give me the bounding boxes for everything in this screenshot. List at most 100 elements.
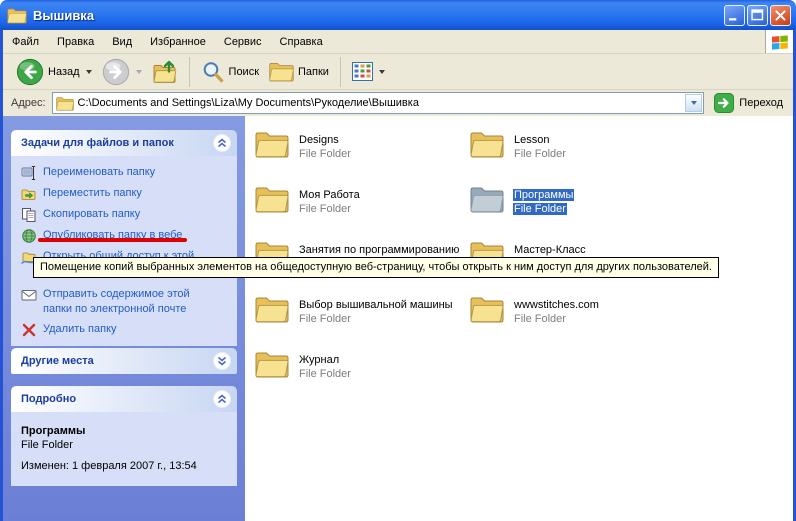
back-button[interactable]: Назад [11,56,97,88]
close-button[interactable] [770,5,791,26]
file-name: Designs [298,134,340,146]
views-button[interactable] [347,60,390,83]
annotation-red-underline [38,238,187,242]
maximize-icon [748,5,767,26]
file-name: Мастер-Класс [513,244,587,256]
content: Задачи для файлов и папок Переименовать … [3,116,793,521]
file-list: Designs File Folder Lesson File Folder [245,116,793,521]
rename-icon [21,165,37,181]
views-icon [352,62,373,81]
toolbar: Назад Поиск [3,54,793,90]
collapse-button[interactable] [213,390,231,408]
file-tile[interactable]: Designs File Folder [255,130,470,185]
up-button[interactable] [147,57,183,87]
toolbar-separator [189,57,190,87]
task-item[interactable]: Отправить содержимое этой папки по элект… [21,287,231,317]
file-name: Lesson [513,134,550,146]
file-tile[interactable]: Выбор вышивальной машины File Folder [255,295,470,350]
folder-icon [470,185,504,213]
file-tile[interactable]: wwwstitches.com File Folder [470,295,685,350]
back-dropdown-icon[interactable] [86,70,92,74]
file-type: File Folder [298,368,352,380]
task-item[interactable]: Переименовать папку [21,165,231,181]
menu-item[interactable]: Правка [48,30,103,53]
menu-item[interactable]: Файл [3,30,48,53]
file-type: File Folder [298,203,352,215]
folder-icon [255,130,289,158]
email-icon [21,287,37,303]
forward-icon [102,58,130,86]
windows-logo-icon [765,30,793,53]
file-name: Занятия по программированию [298,244,460,256]
window-folder-icon [7,7,27,24]
views-dropdown-icon[interactable] [379,70,385,74]
details-header[interactable]: Подробно [11,386,237,412]
address-label: Адрес: [11,97,46,109]
menu-item[interactable]: Вид [103,30,141,53]
file-name: wwwstitches.com [513,299,600,311]
chevron-up-icon [216,393,228,405]
details-body: Программы File Folder Изменен: 1 февраля… [11,412,237,486]
folder-icon [470,130,504,158]
sidebar: Задачи для файлов и папок Переименовать … [3,116,245,521]
file-type: File Folder [513,313,567,325]
forward-dropdown-icon[interactable] [136,70,142,74]
search-icon [201,60,225,84]
window-title: Вышивка [33,8,724,23]
folder-icon [255,185,289,213]
toolbar-separator [340,57,341,87]
file-type: File Folder [513,203,567,215]
file-type: File Folder [298,148,352,160]
file-name: Моя Работа [298,189,361,201]
address-folder-icon [56,96,74,111]
address-input[interactable]: C:\Documents and Settings\Liza\My Docume… [52,92,705,114]
file-type: File Folder [513,148,567,160]
other-places-panel: Другие места [11,348,237,374]
maximize-button[interactable] [747,5,768,26]
explorer-window: Вышивка Файл Правка Вид [0,0,796,521]
file-name: Программы [513,189,574,201]
close-icon [771,5,790,26]
file-tile[interactable]: Программы File Folder [470,185,685,240]
file-type: File Folder [298,313,352,325]
file-tile[interactable]: Моя Работа File Folder [255,185,470,240]
other-places-header[interactable]: Другие места [11,348,237,374]
details-panel: Подробно Программы File Folder Изменен: … [11,386,237,486]
go-button[interactable]: Переход [710,93,789,113]
copy-icon [21,207,37,223]
folder-icon [255,350,289,378]
menu-item[interactable]: Сервис [215,30,271,53]
addressbar: Адрес: C:\Documents and Settings\Liza\My… [3,90,793,116]
delete-icon [21,322,37,338]
task-item[interactable]: Переместить папку [21,186,231,202]
menubar: Файл Правка Вид Избранное Сервис Справка [3,30,793,54]
chevron-down-icon [216,355,228,367]
address-dropdown-button[interactable] [685,94,702,112]
details-file-name: Программы [21,424,227,438]
menu-item[interactable]: Избранное [141,30,215,53]
back-icon [16,58,44,86]
file-name: Журнал [298,354,340,366]
task-item[interactable]: Удалить папку [21,322,231,338]
folders-icon [269,61,294,82]
address-path: C:\Documents and Settings\Liza\My Docume… [78,97,682,109]
folder-icon [470,295,504,323]
forward-button[interactable] [97,56,147,88]
file-tile[interactable]: Журнал File Folder [255,350,470,405]
details-file-type: File Folder [21,438,227,452]
chevron-up-icon [216,137,228,149]
menu-item[interactable]: Справка [271,30,332,53]
expand-button[interactable] [213,352,231,370]
minimize-button[interactable] [724,5,745,26]
tasks-list: Переименовать папку Переместить папку Ск… [11,156,237,346]
tasks-panel-header[interactable]: Задачи для файлов и папок [11,130,237,156]
go-icon [714,93,734,113]
chevron-down-icon [691,101,697,105]
search-button[interactable]: Поиск [196,58,264,86]
titlebar: Вышивка [0,0,796,30]
task-item[interactable]: Скопировать папку [21,207,231,223]
file-tile[interactable]: Lesson File Folder [470,130,685,185]
folder-icon [255,295,289,323]
folders-button[interactable]: Папки [264,59,334,84]
collapse-button[interactable] [213,134,231,152]
